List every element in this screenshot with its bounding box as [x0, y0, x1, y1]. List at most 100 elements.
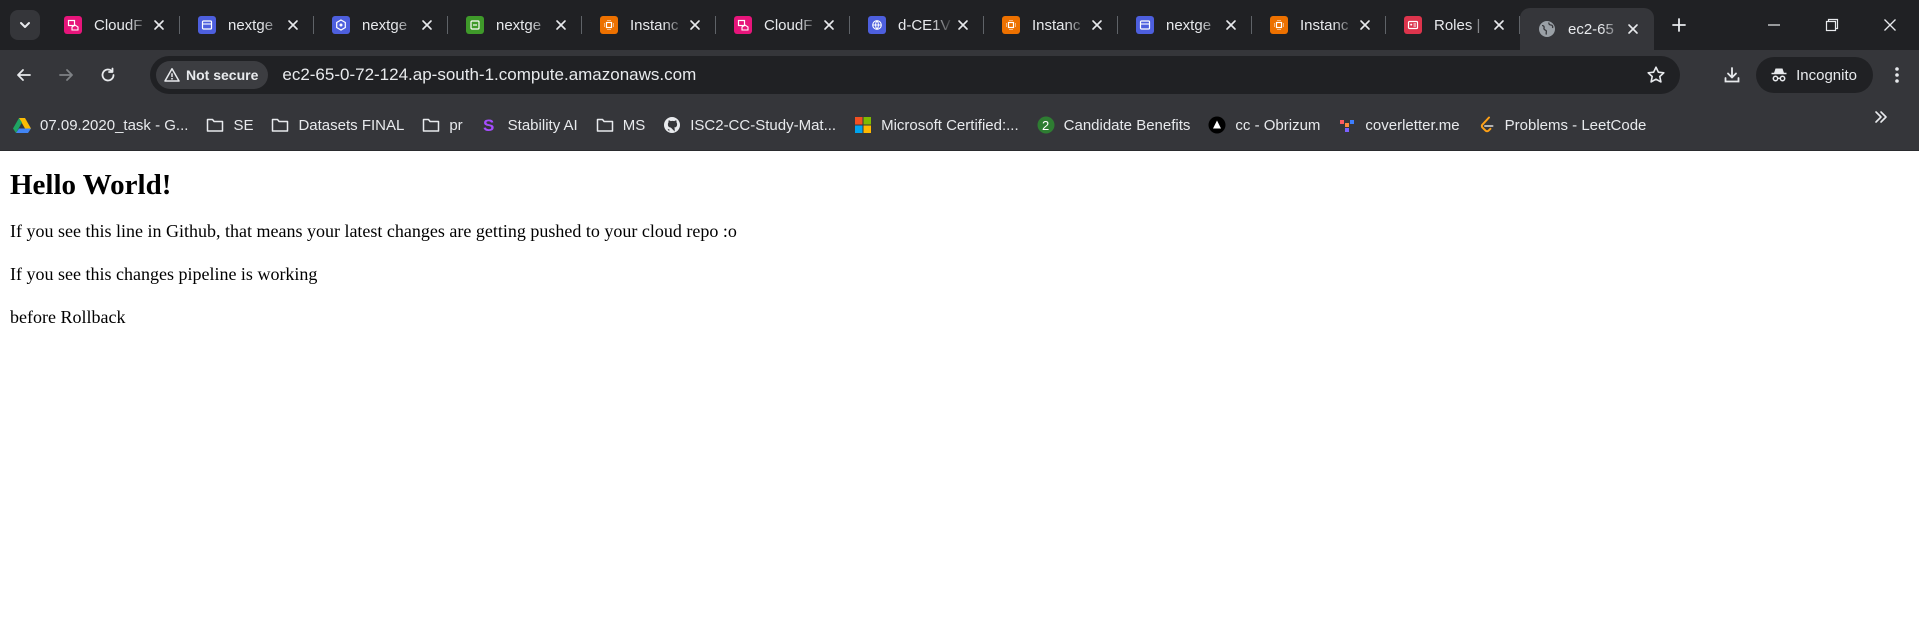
tab-title: Instanc: [1300, 16, 1349, 34]
tab-title: CloudF: [94, 16, 143, 34]
blue-service-icon: [1136, 16, 1154, 34]
tab-search-button[interactable]: [10, 10, 40, 40]
bookmark-star-icon[interactable]: [1646, 65, 1666, 90]
tab-close-icon[interactable]: [1624, 20, 1642, 38]
bookmark-item[interactable]: S Stability AI: [472, 109, 587, 141]
tab-close-icon[interactable]: [954, 16, 972, 34]
pink-service-icon: [734, 16, 752, 34]
address-bar[interactable]: Not secure ec2-65-0-72-124.ap-south-1.co…: [150, 56, 1680, 94]
green-service-icon: [466, 16, 484, 34]
tab-close-icon[interactable]: [418, 16, 436, 34]
bookmark-label: cc - Obrizum: [1235, 116, 1321, 134]
pink-service-icon: [64, 16, 82, 34]
tab[interactable]: Instanc: [984, 0, 1118, 50]
bookmark-item[interactable]: 07.09.2020_task - G...: [4, 109, 197, 141]
folder-icon: [596, 116, 614, 134]
github-icon: [663, 116, 681, 134]
tab-title: Roles |: [1434, 16, 1481, 34]
bookmark-list: 07.09.2020_task - G... SE Datasets FINAL pr…: [4, 109, 1655, 141]
bookmark-item[interactable]: Problems - LeetCode: [1469, 109, 1656, 141]
window-controls: [1745, 0, 1919, 50]
tab[interactable]: d-CE1V: [850, 0, 984, 50]
blue-hex-service-icon: [332, 16, 350, 34]
ec2-instance-icon: [600, 16, 618, 34]
tab-active[interactable]: ec2-65: [1520, 8, 1654, 50]
browser-toolbar: Not secure ec2-65-0-72-124.ap-south-1.co…: [0, 50, 1919, 100]
forward-button[interactable]: [48, 57, 84, 93]
double-chevron-right-icon: [1875, 111, 1887, 123]
downloads-button[interactable]: [1714, 57, 1750, 93]
bookmark-item[interactable]: pr: [413, 109, 471, 141]
bookmark-label: Candidate Benefits: [1063, 116, 1191, 134]
plus-icon: [1672, 18, 1686, 32]
globe-icon: [1538, 20, 1556, 38]
menu-button[interactable]: [1879, 57, 1915, 93]
tab-close-icon[interactable]: [820, 16, 838, 34]
stability-ai-icon: S: [481, 116, 499, 134]
bookmark-item[interactable]: cc - Obrizum: [1199, 109, 1329, 141]
tab[interactable]: CloudF: [46, 0, 180, 50]
bookmark-label: SE: [233, 116, 254, 134]
bookmark-label: ISC2-CC-Study-Mat...: [690, 116, 837, 134]
security-chip[interactable]: Not secure: [156, 61, 269, 89]
blue-service-icon: [198, 16, 216, 34]
bookmark-item[interactable]: Microsoft Certified:...: [845, 109, 1028, 141]
incognito-icon: [1771, 68, 1787, 82]
tab[interactable]: Instanc: [1252, 0, 1386, 50]
tab[interactable]: nextge: [1118, 0, 1252, 50]
bookmark-label: coverletter.me: [1365, 116, 1460, 134]
minimize-button[interactable]: [1745, 0, 1803, 50]
bookmark-item[interactable]: SE: [197, 109, 262, 141]
close-window-button[interactable]: [1861, 0, 1919, 50]
tab-strip: CloudF nextge nextge nextge Instanc CloudF d-C…: [0, 0, 1919, 50]
back-button[interactable]: [6, 57, 42, 93]
page-content: Hello World! If you see this line in Git…: [0, 151, 1919, 360]
tab-close-icon[interactable]: [284, 16, 302, 34]
toolbar-right: Incognito: [1714, 50, 1919, 100]
chevron-down-icon: [20, 22, 30, 28]
tab-title: nextge: [228, 16, 274, 34]
tab-close-icon[interactable]: [686, 16, 704, 34]
close-icon: [1884, 19, 1896, 31]
coverletter-icon: [1338, 116, 1356, 134]
warning-icon: [164, 67, 180, 83]
tab-close-icon[interactable]: [150, 16, 168, 34]
tab-close-icon[interactable]: [1490, 16, 1508, 34]
tab[interactable]: Roles |: [1386, 0, 1520, 50]
bookmark-item[interactable]: coverletter.me: [1329, 109, 1468, 141]
tab[interactable]: Instanc: [582, 0, 716, 50]
tab-list: CloudF nextge nextge nextge Instanc CloudF d-C…: [46, 0, 1654, 50]
ec2-instance-icon: [1270, 16, 1288, 34]
more-bookmarks-button[interactable]: [1873, 109, 1889, 130]
url-text[interactable]: ec2-65-0-72-124.ap-south-1.compute.amazo…: [282, 65, 696, 85]
bookmarks-bar: 07.09.2020_task - G... SE Datasets FINAL pr…: [0, 100, 1919, 151]
reload-button[interactable]: [90, 57, 126, 93]
bookmark-item[interactable]: 2 Candidate Benefits: [1028, 109, 1200, 141]
reload-icon: [101, 67, 115, 82]
tab-close-icon[interactable]: [552, 16, 570, 34]
obrizum-icon: [1208, 116, 1226, 134]
svg-text:S: S: [483, 116, 494, 134]
bookmark-item[interactable]: ISC2-CC-Study-Mat...: [654, 109, 845, 141]
tab-title: Instanc: [1032, 16, 1081, 34]
tab[interactable]: nextge: [448, 0, 582, 50]
tab[interactable]: CloudF: [716, 0, 850, 50]
bookmark-label: Microsoft Certified:...: [881, 116, 1019, 134]
bookmark-label: Problems - LeetCode: [1504, 116, 1647, 134]
folder-icon: [206, 116, 224, 134]
incognito-chip[interactable]: Incognito: [1756, 57, 1873, 93]
restore-button[interactable]: [1803, 0, 1861, 50]
tab-close-icon[interactable]: [1356, 16, 1374, 34]
candidate-benefits-icon: 2: [1037, 116, 1055, 134]
tab-close-icon[interactable]: [1222, 16, 1240, 34]
leetcode-icon: [1478, 116, 1496, 134]
incognito-label: Incognito: [1796, 66, 1857, 84]
new-tab-button[interactable]: [1662, 8, 1696, 42]
tab[interactable]: nextge: [180, 0, 314, 50]
tab[interactable]: nextge: [314, 0, 448, 50]
bookmark-item[interactable]: Datasets FINAL: [262, 109, 413, 141]
bookmark-label: MS: [622, 116, 646, 134]
tab-close-icon[interactable]: [1088, 16, 1106, 34]
download-icon: [1724, 67, 1740, 83]
bookmark-item[interactable]: MS: [587, 109, 655, 141]
